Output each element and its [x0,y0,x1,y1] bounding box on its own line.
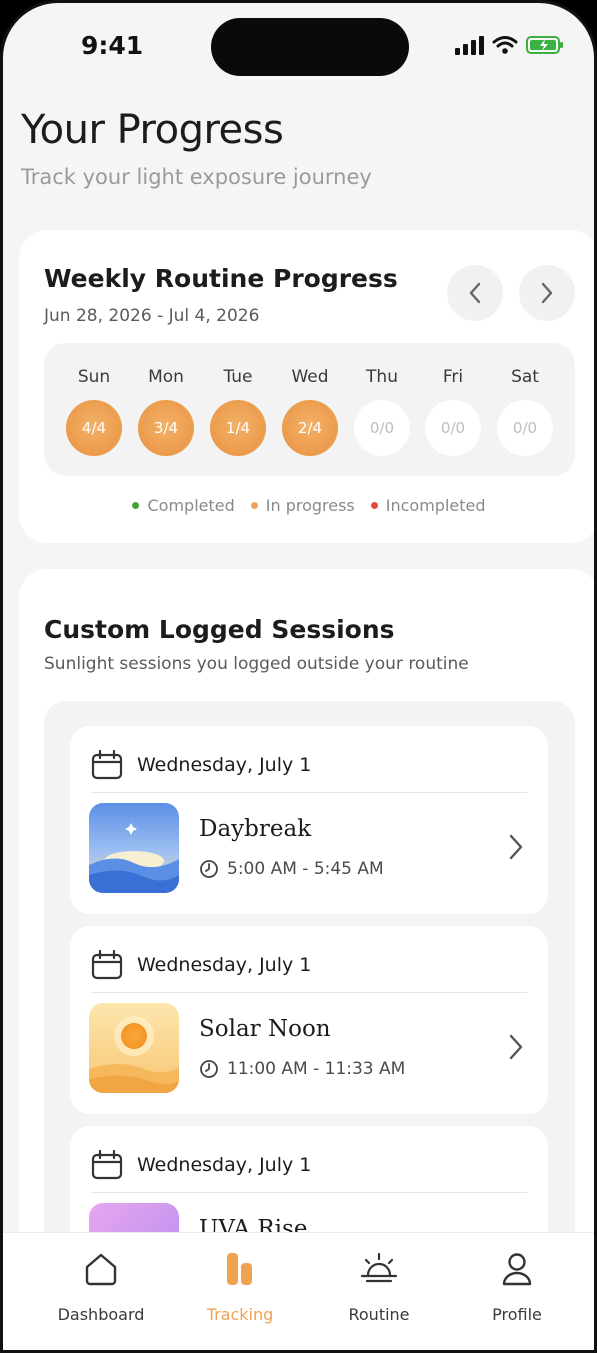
tracking-icon [227,1253,252,1285]
sessions-title: Custom Logged Sessions [44,615,395,644]
tab-dashboard[interactable]: Dashboard [31,1251,171,1324]
red-dot-icon [370,502,378,509]
day-label: Thu [366,367,398,387]
day-mon[interactable]: Mon 3/4 [136,343,196,456]
day-sat[interactable]: Sat 0/0 [495,343,555,456]
tab-label: Routine [348,1305,410,1324]
home-icon [85,1253,117,1286]
status-time: 9:41 [81,31,144,60]
tab-label: Profile [492,1305,542,1324]
day-progress-circle: 2/4 [282,400,338,456]
session-item[interactable]: Wednesday, July 1 [70,726,548,914]
weekly-progress-card: Weekly Routine Progress Jun 28, 2026 - J… [19,230,594,543]
status-bar: 9:41 [3,3,594,93]
day-label: Sun [77,367,111,387]
chevron-right-icon [509,1034,523,1060]
day-progress-circle: 1/4 [210,400,266,456]
session-time-row: 5:00 AM - 5:45 AM [199,859,384,879]
page-title: Your Progress [21,107,284,153]
day-progress-circle: 0/0 [497,400,553,456]
day-label: Sat [511,367,539,387]
week-days-strip: Sun 4/4 Mon 3/4 Tue 1/4 Wed 2/4 Thu 0/0 … [44,343,575,476]
chevron-right-icon [541,282,553,304]
wifi-icon [492,36,518,54]
legend-label: Incompleted [385,496,486,515]
divider [91,992,527,993]
chevron-right-icon [509,834,523,860]
phone-screen: 9:41 Your Progress Track your light expo… [0,0,597,1353]
tab-routine[interactable]: Routine [309,1251,449,1324]
green-dot-icon [132,502,140,509]
calendar-icon [91,1150,123,1180]
legend-label: In progress [265,496,355,515]
session-date: Wednesday, July 1 [137,754,312,776]
session-time-row: 11:00 AM - 11:33 AM [199,1059,405,1079]
day-label: Fri [442,367,464,387]
session-date-row: Wednesday, July 1 [91,750,311,780]
bottom-tab-bar: Dashboard Tracking Routine Profile [3,1232,594,1350]
day-progress-circle: 0/0 [425,400,481,456]
session-date: Wednesday, July 1 [137,1154,312,1176]
day-label: Tue [223,367,253,387]
dynamic-island [211,18,409,76]
calendar-icon [91,750,123,780]
solar-noon-thumbnail [89,1003,179,1093]
legend-incompleted: Incompleted [370,496,486,515]
custom-sessions-card: Custom Logged Sessions Sunlight sessions… [19,569,594,1281]
legend-in-progress: In progress [250,496,355,515]
legend-label: Completed [147,496,235,515]
tab-profile[interactable]: Profile [447,1251,587,1324]
sessions-subtitle: Sunlight sessions you logged outside you… [44,654,469,674]
clock-icon [200,860,218,878]
weekly-progress-title: Weekly Routine Progress [44,264,398,293]
daybreak-thumbnail [89,803,179,893]
calendar-icon [91,950,123,980]
session-date-row: Wednesday, July 1 [91,950,311,980]
day-sun[interactable]: Sun 4/4 [64,343,124,456]
divider [91,1192,527,1193]
clock-icon [200,1060,218,1078]
sessions-list: Wednesday, July 1 Daybreak 5:00 AM - 5:4… [44,701,575,1281]
day-progress-circle: 4/4 [66,400,122,456]
session-name: Daybreak [199,816,312,842]
orange-dot-icon [250,502,258,509]
tab-label: Dashboard [57,1305,145,1324]
chevron-left-icon [469,282,481,304]
next-week-button[interactable] [519,265,575,321]
previous-week-button[interactable] [447,265,503,321]
signal-icon [455,36,484,55]
tab-label: Tracking [206,1305,274,1324]
session-name: Solar Noon [199,1016,331,1042]
legend-completed: Completed [132,496,235,515]
day-fri[interactable]: Fri 0/0 [423,343,483,456]
page-subtitle: Track your light exposure journey [21,165,372,189]
progress-legend: Completed In progress Incompleted [19,496,594,515]
status-icons [454,35,564,55]
day-progress-circle: 3/4 [138,400,194,456]
day-label: Wed [291,367,329,387]
session-date: Wednesday, July 1 [137,954,312,976]
battery-icon [526,36,563,54]
session-time: 5:00 AM - 5:45 AM [227,859,384,879]
day-progress-circle: 0/0 [354,400,410,456]
day-thu[interactable]: Thu 0/0 [352,343,412,456]
session-date-row: Wednesday, July 1 [91,1150,311,1180]
divider [91,792,527,793]
tab-tracking[interactable]: Tracking [170,1251,310,1324]
day-tue[interactable]: Tue 1/4 [208,343,268,456]
day-wed[interactable]: Wed 2/4 [280,343,340,456]
session-time: 11:00 AM - 11:33 AM [227,1059,406,1079]
week-date-range: Jun 28, 2026 - Jul 4, 2026 [44,306,260,326]
sunrise-icon [360,1252,398,1283]
session-item[interactable]: Wednesday, July 1 [70,926,548,1114]
day-label: Mon [148,367,184,387]
user-icon [502,1253,532,1286]
